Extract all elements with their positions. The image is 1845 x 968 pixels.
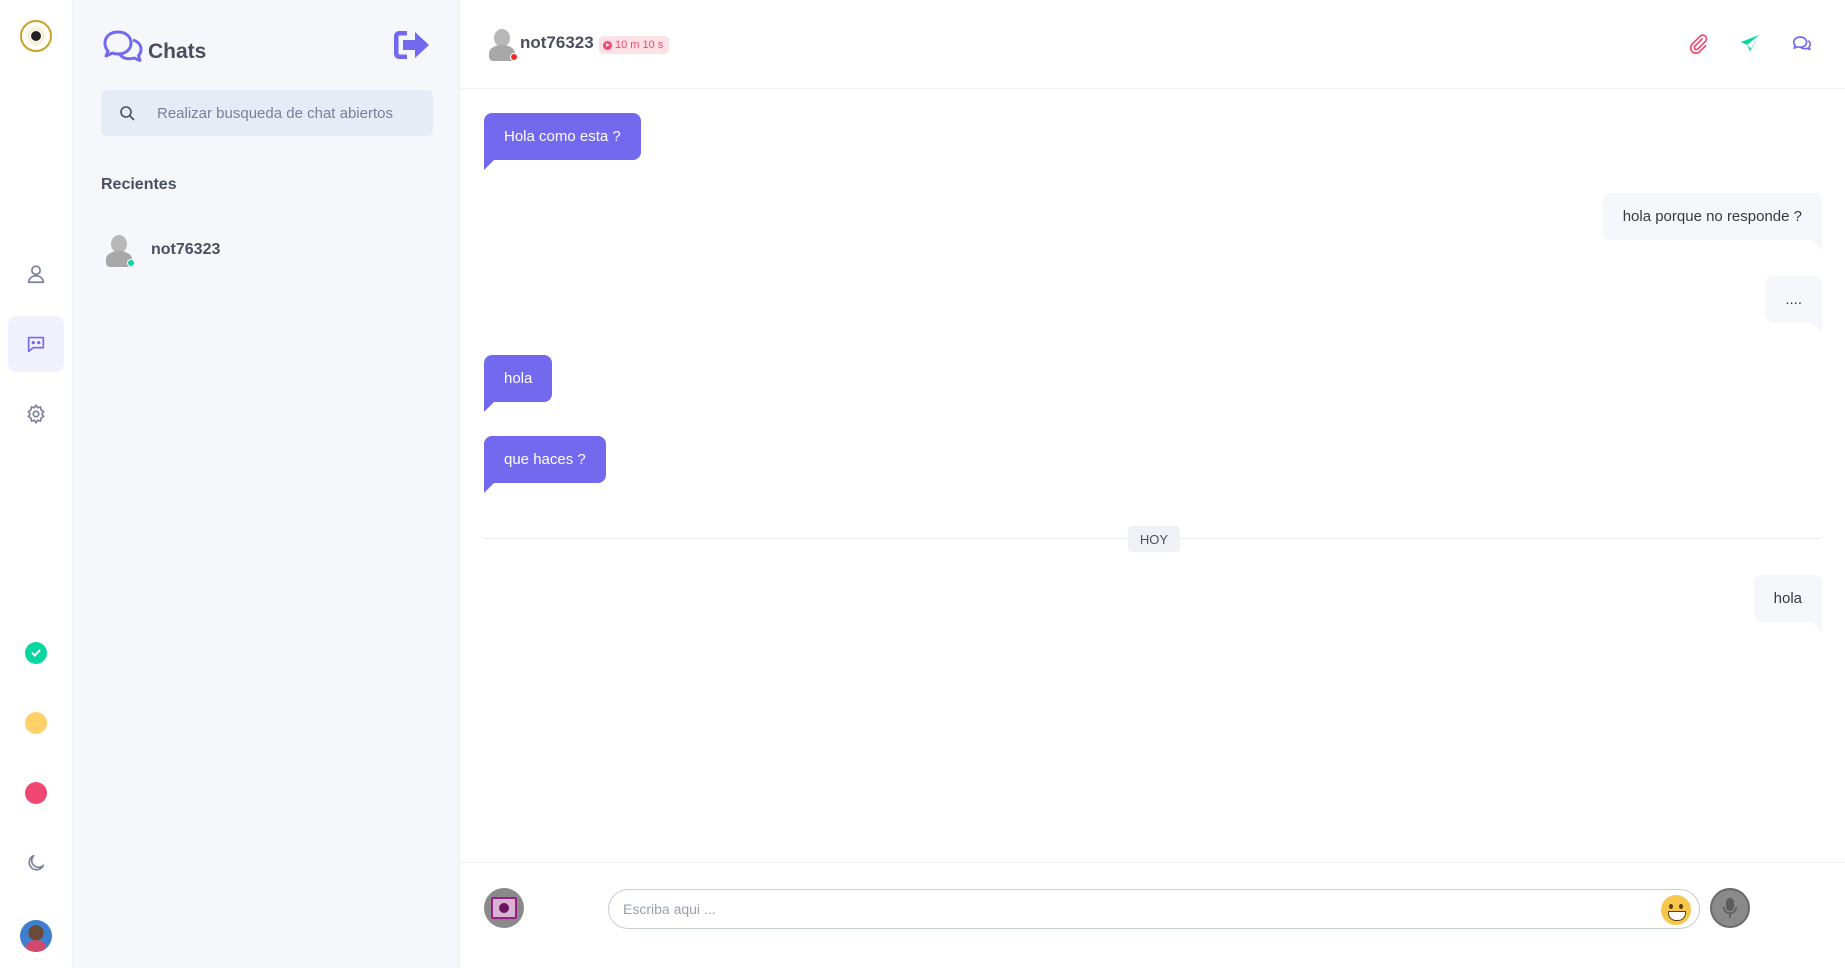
- message-outgoing: hola: [1753, 575, 1823, 632]
- chats-icon: [103, 30, 143, 62]
- busy-status-dot: [510, 53, 518, 61]
- left-rail: [0, 0, 73, 968]
- nav-chats-button[interactable]: [8, 316, 64, 372]
- message-input[interactable]: [623, 901, 1623, 917]
- emoji-icon[interactable]: [1661, 895, 1691, 925]
- chat-bubbles-icon: [1792, 36, 1812, 51]
- my-avatar[interactable]: [20, 920, 52, 952]
- day-separator-badge: HOY: [1128, 526, 1180, 552]
- gear-icon: [27, 403, 45, 425]
- conversation-header: not76323 10 m 10 s: [460, 0, 1845, 89]
- moon-icon: [28, 854, 45, 871]
- recent-chat-item[interactable]: not76323: [101, 228, 433, 272]
- composer: [460, 862, 1845, 968]
- paperclip-icon: [1689, 34, 1708, 54]
- panel-title: Chats: [148, 40, 207, 63]
- message-incoming: Hola como esta ?: [484, 113, 641, 170]
- timer-value: 10 m 10 s: [615, 39, 664, 51]
- message-outgoing: hola porque no responde ?: [1602, 193, 1823, 250]
- user-icon: [27, 265, 45, 284]
- apps-button[interactable]: [484, 888, 524, 928]
- message-field[interactable]: [608, 889, 1700, 929]
- search-icon: [120, 106, 135, 121]
- timer-play-icon: [603, 40, 612, 50]
- status-busy-button[interactable]: [25, 782, 47, 804]
- search-input[interactable]: [157, 104, 417, 122]
- chat-app: Chats Recientes not76323 n: [0, 0, 1845, 968]
- chat-icon: [27, 336, 45, 353]
- message-incoming: que haces ?: [484, 436, 606, 493]
- send-icon: [1740, 34, 1760, 52]
- check-icon: [31, 649, 41, 658]
- microphone-icon: [1723, 898, 1737, 918]
- nav-settings-button[interactable]: [8, 386, 64, 442]
- chat-search[interactable]: [101, 90, 433, 136]
- logo-mark: [31, 31, 41, 41]
- session-timer: 10 m 10 s: [599, 36, 670, 54]
- voice-record-button[interactable]: [1710, 888, 1750, 928]
- message-incoming: hola: [484, 355, 553, 412]
- chats-header-button[interactable]: [1788, 30, 1816, 58]
- online-status-dot: [127, 259, 135, 267]
- message-outgoing: ....: [1765, 276, 1822, 333]
- theme-toggle-button[interactable]: [8, 835, 64, 891]
- recent-chat-name: not76323: [151, 241, 221, 258]
- nav-profile-button[interactable]: [8, 246, 64, 302]
- contact-avatar: [101, 231, 135, 269]
- chats-panel: Chats Recientes not76323: [73, 0, 460, 968]
- apps-icon: [491, 897, 517, 919]
- attach-button[interactable]: [1684, 30, 1712, 58]
- status-online-button[interactable]: [25, 642, 47, 664]
- status-away-button[interactable]: [25, 712, 47, 734]
- logout-icon[interactable]: [391, 26, 431, 64]
- recent-title: Recientes: [101, 176, 177, 193]
- contact-name: not76323: [520, 33, 594, 52]
- send-header-button[interactable]: [1736, 30, 1764, 58]
- contact-avatar[interactable]: [484, 25, 518, 63]
- conversation-pane: not76323 10 m 10 s Hola como esta ? hola…: [460, 0, 1845, 968]
- app-logo[interactable]: [20, 20, 52, 52]
